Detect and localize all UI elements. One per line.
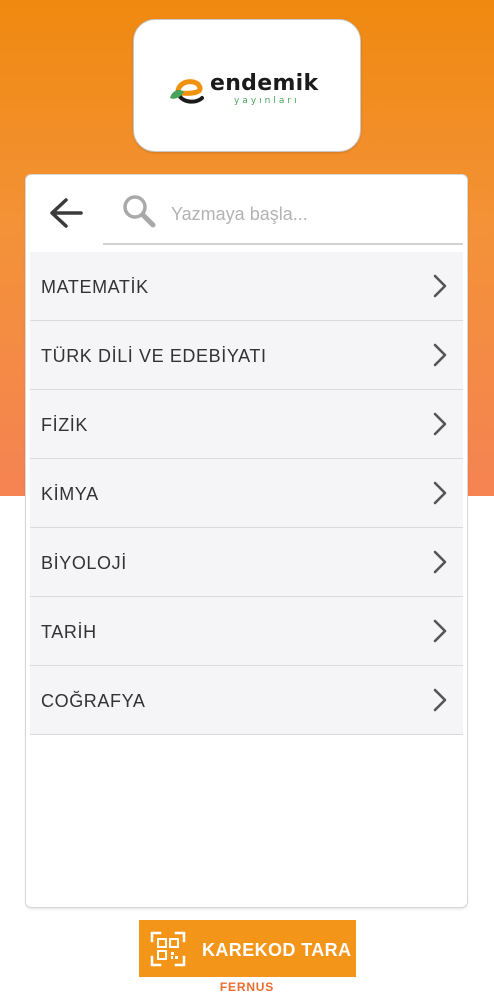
endemik-logo: endemik yayınları <box>168 72 338 108</box>
subject-label: TARİH <box>41 622 97 642</box>
subject-panel: MATEMATİK TÜRK DİLİ VE EDEBİYATI FİZİK K… <box>26 175 467 907</box>
subject-label: COĞRAFYA <box>41 691 146 711</box>
subject-item-matematik[interactable]: MATEMATİK <box>30 252 463 321</box>
chevron-right-icon <box>433 274 447 298</box>
logo-wordmark: endemik <box>210 71 319 96</box>
search-bar <box>103 189 463 245</box>
qr-button-label: KAREKOD TARA <box>202 940 352 960</box>
subject-item-turk-dili[interactable]: TÜRK DİLİ VE EDEBİYATI <box>30 321 463 390</box>
arrow-left-icon <box>50 198 83 228</box>
subject-item-cografya[interactable]: COĞRAFYA <box>30 666 463 735</box>
chevron-right-icon <box>433 481 447 505</box>
back-button[interactable] <box>46 193 86 233</box>
logo-card: endemik yayınları <box>133 19 361 152</box>
qr-scan-button[interactable]: KAREKOD TARA <box>139 920 356 977</box>
chevron-right-icon <box>433 619 447 643</box>
subject-item-tarih[interactable]: TARİH <box>30 597 463 666</box>
chevron-right-icon <box>433 412 447 436</box>
subject-label: FİZİK <box>41 415 88 435</box>
subject-label: TÜRK DİLİ VE EDEBİYATI <box>41 346 267 366</box>
chevron-right-icon <box>433 550 447 574</box>
subject-label: MATEMATİK <box>41 277 149 297</box>
subject-label: KİMYA <box>41 484 99 504</box>
fernus-brand: FERNUS <box>219 980 275 994</box>
subject-item-fizik[interactable]: FİZİK <box>30 390 463 459</box>
chevron-right-icon <box>433 343 447 367</box>
search-input[interactable] <box>171 199 451 229</box>
search-icon <box>123 195 156 228</box>
subject-list: MATEMATİK TÜRK DİLİ VE EDEBİYATI FİZİK K… <box>30 252 463 735</box>
logo-subtitle: yayınları <box>234 96 300 106</box>
logo-mark-icon <box>170 79 204 104</box>
qr-scan-icon <box>150 931 186 967</box>
subject-label: BİYOLOJİ <box>41 553 127 573</box>
subject-item-biyoloji[interactable]: BİYOLOJİ <box>30 528 463 597</box>
subject-item-kimya[interactable]: KİMYA <box>30 459 463 528</box>
chevron-right-icon <box>433 688 447 712</box>
